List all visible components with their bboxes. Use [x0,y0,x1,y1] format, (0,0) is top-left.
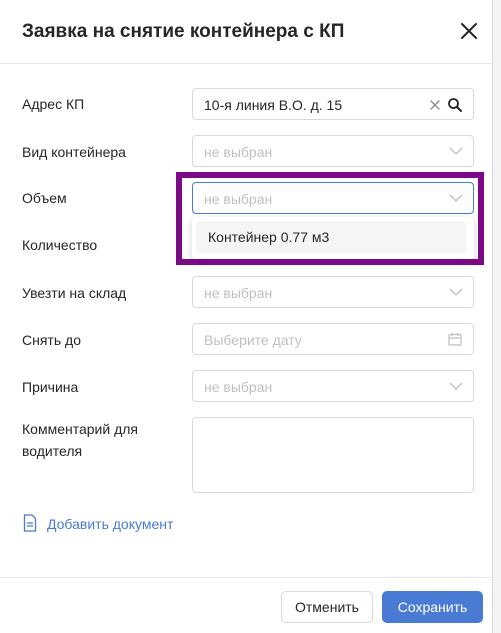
close-icon [461,23,477,39]
clear-icon[interactable] [429,99,441,111]
reason-placeholder: не выбран [204,379,273,395]
warehouse-label: Увезти на склад [22,285,127,301]
volume-select[interactable]: не выбран [192,182,474,214]
volume-label: Объем [22,190,67,206]
close-button[interactable] [456,18,482,44]
remove-by-label: Снять до [22,332,81,348]
remove-by-placeholder: Выберите дату [204,332,302,348]
comment-label: Комментарий для водителя [22,421,138,459]
dialog-header: Заявка на снятие контейнера с КП [0,0,493,64]
container-type-select[interactable]: не выбран [192,135,474,167]
warehouse-select[interactable]: не выбран [192,276,474,308]
chevron-down-icon [449,382,463,390]
volume-option-label: Контейнер 0.77 м3 [208,229,330,245]
address-input[interactable]: 10-я линия В.О. д. 15 [192,88,474,120]
container-type-label: Вид контейнера [22,144,126,160]
volume-placeholder: не выбран [204,191,273,207]
chevron-down-icon [449,194,463,202]
document-icon [23,514,37,532]
request-dialog: Заявка на снятие контейнера с КП Адрес К… [0,0,493,633]
reason-select[interactable]: не выбран [192,370,474,402]
search-icon[interactable] [447,97,463,113]
chevron-down-icon [449,288,463,296]
cancel-button[interactable]: Отменить [281,591,373,623]
chevron-down-icon [449,147,463,155]
address-value: 10-я линия В.О. д. 15 [204,97,343,113]
warehouse-placeholder: не выбран [204,285,273,301]
comment-textarea[interactable] [192,417,474,493]
remove-by-date-input[interactable]: Выберите дату [192,323,474,355]
add-document-label: Добавить документ [47,516,174,532]
save-button[interactable]: Сохранить [382,591,483,623]
dialog-title: Заявка на снятие контейнера с КП [22,21,345,42]
reason-label: Причина [22,379,79,395]
volume-dropdown: Контейнер 0.77 м3 [192,217,474,259]
calendar-icon[interactable] [448,332,462,346]
address-label: Адрес КП [22,96,85,112]
quantity-label: Количество [22,237,98,253]
volume-option[interactable]: Контейнер 0.77 м3 [196,221,466,253]
container-type-placeholder: не выбран [204,144,273,160]
